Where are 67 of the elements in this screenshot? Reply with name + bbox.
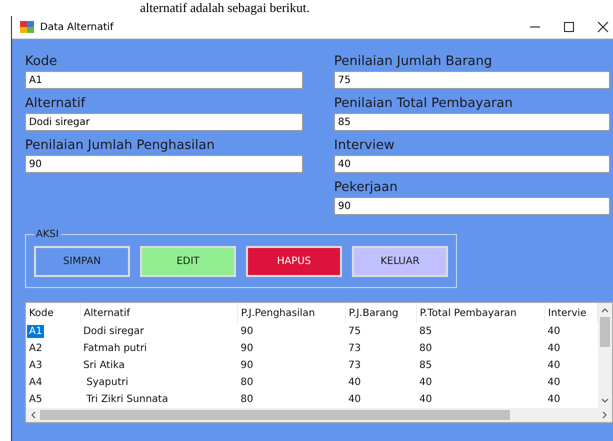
field-label: Kode — [25, 53, 58, 71]
table-cell-text: Sri Atika — [82, 359, 126, 372]
column-header[interactable]: Kode — [26, 303, 80, 323]
group-title: AKSI — [35, 229, 60, 240]
table-cell-text: 40 — [347, 393, 362, 406]
input-field[interactable]: 85 — [334, 113, 610, 131]
table-cell-text: Syaputri — [85, 376, 130, 389]
table-cell[interactable]: A5 — [27, 393, 44, 406]
input-field[interactable]: 75 — [334, 71, 610, 89]
table-cell-text: 40 — [546, 325, 562, 338]
action-button[interactable]: SIMPAN — [34, 246, 130, 277]
table-cell[interactable]: A2 — [27, 342, 44, 355]
table-cell-text: 40 — [347, 376, 362, 389]
scroll-up-icon[interactable] — [601, 307, 609, 313]
table-cell-text: 40 — [546, 342, 562, 355]
scroll-right-icon[interactable] — [602, 411, 608, 419]
table-cell-text: 73 — [347, 359, 362, 372]
table-cell-text: Tri Zikri Sunnata — [85, 393, 170, 406]
input-field[interactable]: 90 — [25, 155, 303, 173]
table-cell-text: 85 — [418, 359, 433, 372]
table-cell-text: 90 — [240, 359, 254, 372]
table-cell-text: 40 — [546, 359, 562, 372]
table-cell-text: 40 — [546, 376, 562, 389]
action-button[interactable]: KELUAR — [352, 246, 448, 277]
column-header[interactable]: Alternatif — [80, 303, 238, 323]
field-label: Penilaian Jumlah Barang — [334, 53, 494, 71]
table-cell[interactable]: A4 — [27, 376, 44, 389]
input-field[interactable]: 40 — [334, 155, 610, 173]
input-field[interactable]: A1 — [25, 71, 303, 89]
column-header[interactable]: P.Total Pembayaran — [416, 303, 545, 323]
window-title: Data Alternatif — [40, 22, 114, 32]
scroll-down-icon[interactable] — [601, 398, 609, 404]
table-cell-text: 90 — [240, 325, 254, 338]
action-button[interactable]: HAPUS — [246, 246, 342, 277]
table-cell-text: 40 — [546, 393, 562, 406]
table-cell-text: 80 — [418, 342, 433, 355]
table-cell[interactable]: A3 — [27, 359, 44, 372]
table-cell[interactable]: A1 — [27, 325, 44, 338]
table-cell-text: 40 — [418, 393, 433, 406]
form-icon — [20, 20, 34, 34]
table-cell-text: 75 — [347, 325, 362, 338]
table-cell-text: 85 — [418, 325, 433, 338]
vertical-scrollbar[interactable] — [598, 303, 612, 408]
scroll-thumb[interactable] — [40, 410, 510, 420]
close-icon[interactable] — [597, 21, 609, 33]
action-button[interactable]: EDIT — [140, 246, 236, 277]
table-cell-text: 80 — [240, 376, 254, 389]
input-field[interactable]: Dodi siregar — [25, 113, 303, 131]
column-header[interactable]: P.J.Barang — [345, 303, 416, 323]
document-text: alternatif adalah sebagai berikut. — [139, 0, 311, 16]
input-field[interactable]: 90 — [334, 197, 610, 215]
table-cell-text: 90 — [240, 342, 254, 355]
maximize-icon[interactable] — [563, 21, 575, 33]
scroll-thumb[interactable] — [600, 317, 610, 347]
table-cell-text: 80 — [240, 393, 254, 406]
field-label: Penilaian Total Pembayaran — [334, 95, 514, 113]
column-header[interactable]: P.J.Penghasilan — [238, 303, 346, 323]
field-label: Penilaian Jumlah Penghasilan — [25, 137, 216, 155]
table-cell-text: 40 — [418, 376, 433, 389]
table-cell-text: Dodi siregar — [82, 325, 145, 338]
field-label: Alternatif — [25, 95, 86, 113]
scroll-left-icon[interactable] — [30, 411, 36, 419]
table-cell-text: 73 — [347, 342, 362, 355]
field-label: Interview — [334, 137, 396, 155]
field-label: Pekerjaan — [334, 179, 399, 197]
table-cell-text: Fatmah putri — [82, 342, 148, 355]
horizontal-scrollbar[interactable] — [26, 408, 612, 422]
